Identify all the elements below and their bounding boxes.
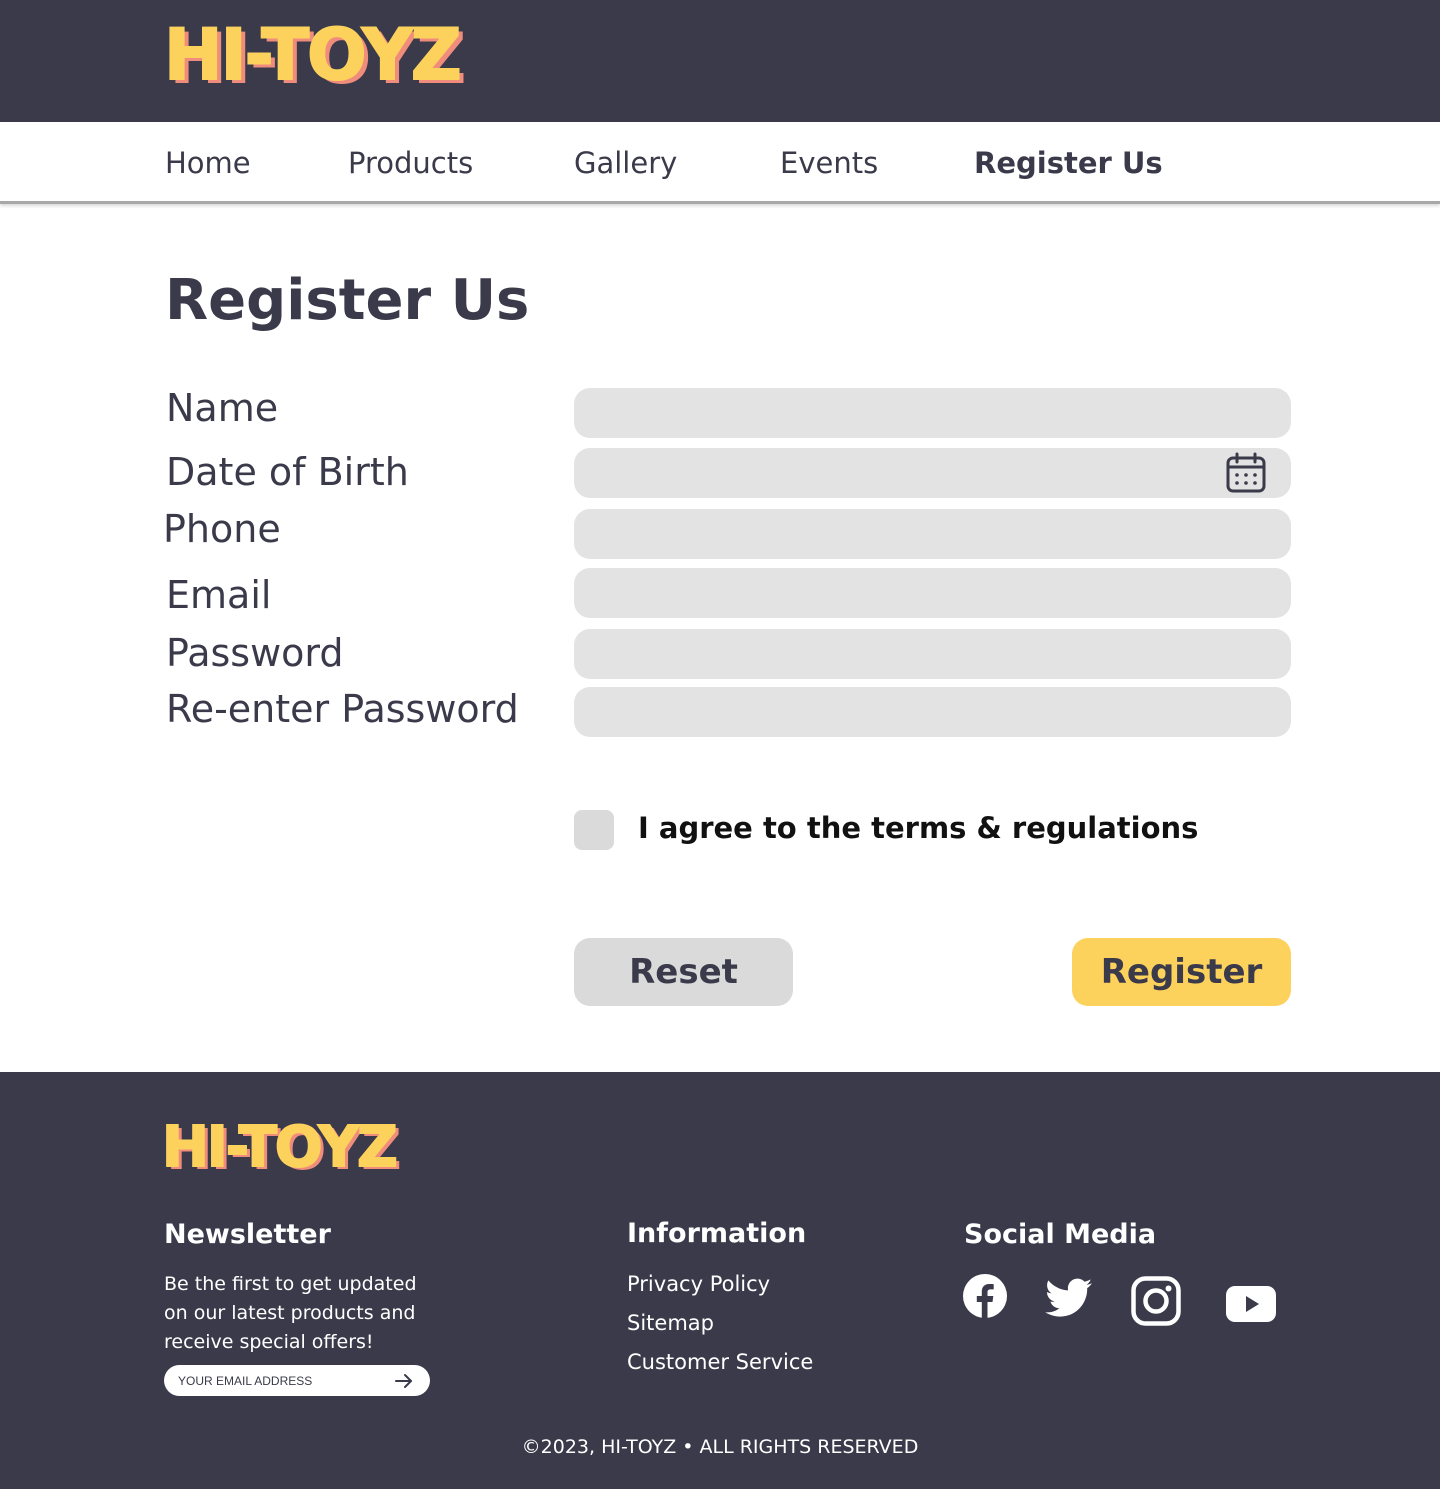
arrow-right-icon[interactable] (394, 1372, 414, 1390)
name-field[interactable] (574, 388, 1291, 438)
newsletter-form (164, 1365, 430, 1396)
nav-item-events[interactable]: Events (780, 146, 878, 180)
copyright-text: ©2023, HI-TOYZ • ALL RIGHTS RESERVED (521, 1436, 919, 1458)
logo-text: HI-TOYZ (163, 14, 463, 96)
instagram-icon[interactable] (1131, 1276, 1181, 1326)
sitemap-link[interactable]: Sitemap (627, 1311, 714, 1335)
reenter-password-field[interactable] (574, 687, 1291, 737)
reenter-password-label: Re-enter Password (166, 687, 519, 731)
phone-field[interactable] (574, 509, 1291, 559)
email-field[interactable] (574, 568, 1291, 618)
social-media-heading: Social Media (964, 1219, 1157, 1250)
password-field[interactable] (574, 629, 1291, 679)
customer-service-link[interactable]: Customer Service (627, 1350, 813, 1374)
footer-logo[interactable]: HI-TOYZ (161, 1119, 399, 1177)
calendar-icon[interactable] (1225, 452, 1267, 494)
information-heading: Information (627, 1218, 807, 1249)
footer-logo-text: HI-TOYZ (161, 1115, 399, 1180)
nav-item-home[interactable]: Home (165, 146, 251, 180)
date-of-birth-label: Date of Birth (166, 450, 409, 494)
brand-logo[interactable]: HI-TOYZ (163, 19, 463, 91)
youtube-icon[interactable] (1226, 1286, 1276, 1322)
twitter-icon[interactable] (1045, 1278, 1093, 1320)
agree-label[interactable]: I agree to the terms & regulations (638, 811, 1198, 845)
newsletter-heading: Newsletter (164, 1219, 331, 1250)
reset-button[interactable]: Reset (574, 938, 793, 1006)
register-button[interactable]: Register (1072, 938, 1291, 1006)
name-label: Name (166, 386, 279, 430)
facebook-icon[interactable] (963, 1274, 1007, 1318)
nav-item-products[interactable]: Products (348, 146, 473, 180)
nav-item-gallery[interactable]: Gallery (574, 146, 677, 180)
main-nav: Home Products Gallery Events Register Us (0, 122, 1440, 204)
email-label: Email (166, 573, 272, 617)
date-of-birth-field[interactable] (574, 448, 1291, 498)
nav-item-register-us[interactable]: Register Us (974, 146, 1163, 180)
phone-label: Phone (163, 507, 281, 551)
newsletter-text: Be the first to get updated on our lates… (164, 1273, 417, 1353)
privacy-policy-link[interactable]: Privacy Policy (627, 1272, 770, 1296)
password-label: Password (166, 631, 344, 675)
page-title: Register Us (165, 268, 530, 333)
top-header: HI-TOYZ (0, 0, 1440, 122)
agree-checkbox[interactable] (574, 810, 614, 850)
newsletter-email-input[interactable] (178, 1372, 388, 1390)
